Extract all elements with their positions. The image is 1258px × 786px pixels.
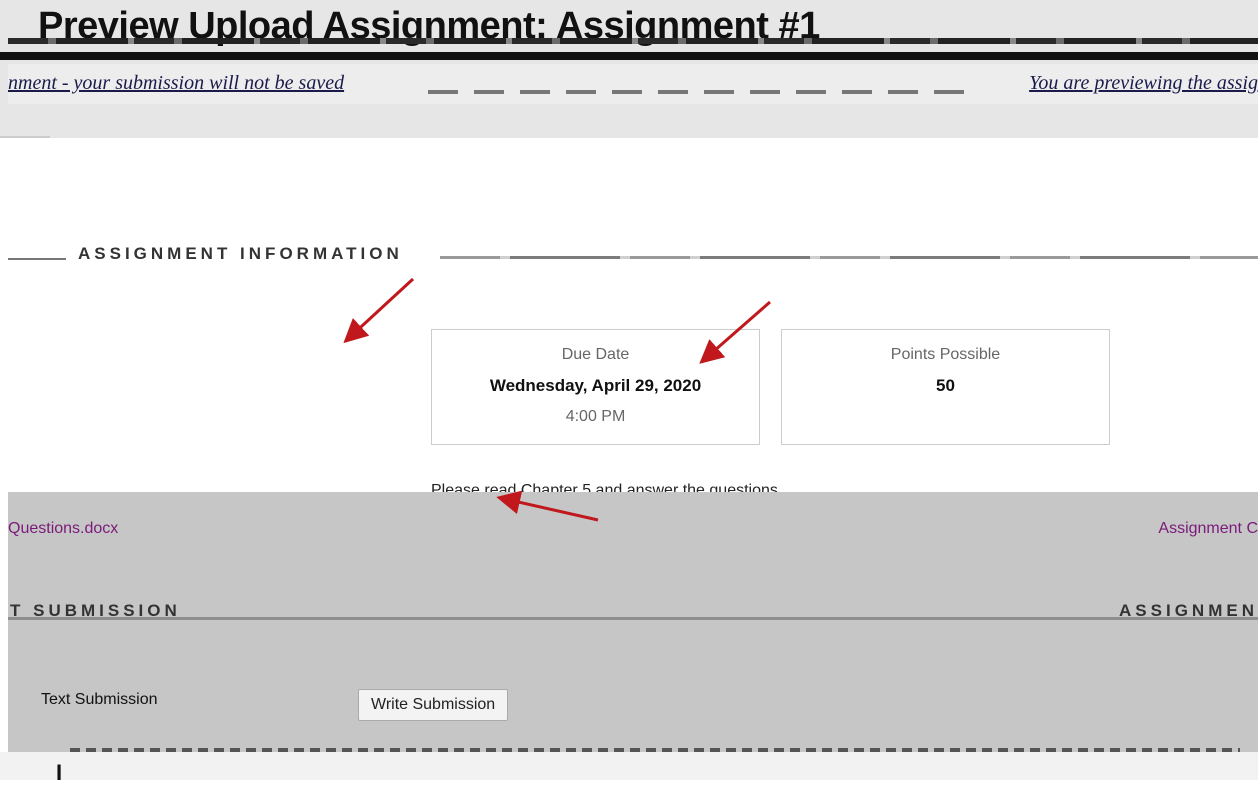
header-rule xyxy=(0,136,50,138)
assignment-information-heading: ASSIGNMENT INFORMATION xyxy=(78,244,403,263)
page-header: Preview Upload Assignment: Assignment #1… xyxy=(0,0,1258,138)
due-time-value: 4:00 PM xyxy=(565,408,626,425)
preview-banner: nment - your submission will not be save… xyxy=(8,64,1258,104)
write-submission-button[interactable]: Write Submission xyxy=(358,689,509,721)
preview-banner-text-right: You are previewing the assig xyxy=(1029,72,1258,94)
due-date-value: Wednesday, April 29, 2020 xyxy=(489,376,702,395)
points-possible-label: Points Possible xyxy=(890,346,1001,363)
due-date-label: Due Date xyxy=(561,346,630,363)
arrow-annotation-icon xyxy=(343,277,415,344)
banner-dashes xyxy=(428,90,968,94)
attachment-link[interactable]: Questions.docx xyxy=(8,520,118,538)
title-divider xyxy=(0,52,1258,60)
text-cursor-icon: I xyxy=(56,760,63,785)
due-date-card: Due Date Wednesday, April 29, 2020 4:00 … xyxy=(431,329,760,445)
points-possible-card: Points Possible 50 xyxy=(781,329,1110,445)
bottom-bar xyxy=(0,752,1258,780)
section-rule-right xyxy=(440,256,1258,259)
section-rule-left xyxy=(8,258,66,260)
text-submission-label: Text Submission xyxy=(41,691,158,708)
title-underline xyxy=(8,38,1258,44)
preview-banner-text-left: nment - your submission will not be save… xyxy=(8,72,345,94)
points-possible-value: 50 xyxy=(936,376,955,395)
gray-overlay xyxy=(8,492,1258,752)
submission-rule xyxy=(8,617,1258,620)
assignment-link[interactable]: Assignment C xyxy=(1158,520,1258,538)
